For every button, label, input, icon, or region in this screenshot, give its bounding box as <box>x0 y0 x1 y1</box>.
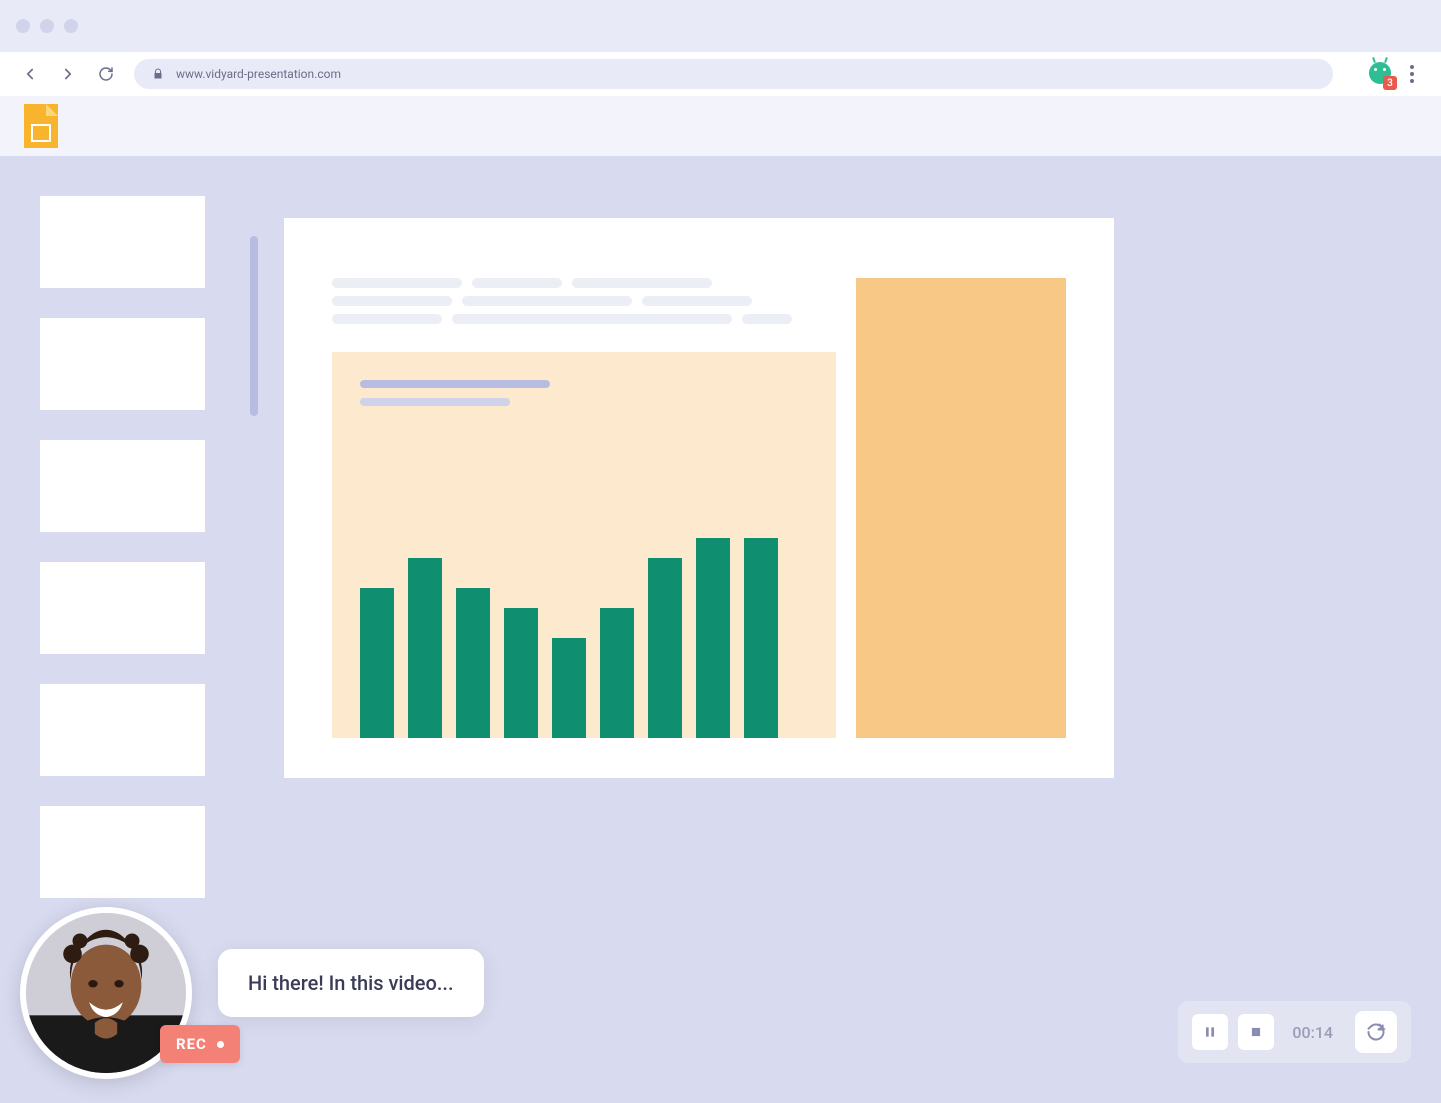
text-placeholder <box>452 314 732 324</box>
rec-dot-icon <box>217 1041 224 1048</box>
rec-label: REC <box>176 1035 207 1053</box>
chart-panel <box>332 352 836 738</box>
vidyard-extension-icon[interactable]: 3 <box>1369 62 1393 86</box>
scrollbar-handle[interactable] <box>250 236 258 416</box>
live-caption: Hi there! In this video... <box>218 949 484 1017</box>
slide-thumbnail[interactable] <box>40 684 205 776</box>
text-placeholder <box>332 296 452 306</box>
google-slides-icon[interactable] <box>24 104 58 148</box>
workspace <box>0 156 1441 1103</box>
back-button[interactable] <box>20 64 40 84</box>
traffic-light-zoom[interactable] <box>64 19 78 33</box>
text-placeholder <box>572 278 712 288</box>
chart-bar <box>360 588 394 738</box>
chart-bar <box>504 608 538 738</box>
stop-button[interactable] <box>1238 1014 1274 1050</box>
pause-button[interactable] <box>1192 1014 1228 1050</box>
chart-bar <box>552 638 586 738</box>
bar-chart <box>360 446 808 738</box>
slide-thumbnail[interactable] <box>40 440 205 532</box>
chart-bar <box>600 608 634 738</box>
recording-controls: 00:14 <box>1178 1001 1411 1063</box>
text-placeholder <box>462 296 632 306</box>
slide-canvas[interactable] <box>284 218 1114 778</box>
reload-button[interactable] <box>96 64 116 84</box>
caption-text: Hi there! In this video... <box>248 971 454 995</box>
text-placeholder <box>742 314 792 324</box>
text-placeholder <box>332 278 462 288</box>
extension-badge: 3 <box>1383 76 1397 90</box>
filmstrip-scrollbar[interactable] <box>250 236 258 636</box>
slide-thumbnail[interactable] <box>40 806 205 898</box>
browser-menu-button[interactable] <box>1403 65 1421 83</box>
chart-bar <box>744 538 778 738</box>
text-placeholder-block <box>332 278 836 324</box>
text-placeholder <box>642 296 752 306</box>
recording-indicator: REC <box>160 1025 240 1063</box>
slide-thumbnail[interactable] <box>40 196 205 288</box>
text-placeholder <box>472 278 562 288</box>
browser-toolbar: www.vidyard-presentation.com 3 <box>0 52 1441 96</box>
lock-icon <box>152 68 164 80</box>
chart-bar <box>696 538 730 738</box>
slide-thumbnail[interactable] <box>40 318 205 410</box>
slide-content-left <box>332 278 836 738</box>
traffic-light-minimize[interactable] <box>40 19 54 33</box>
chart-bar <box>456 588 490 738</box>
text-placeholder <box>332 314 442 324</box>
address-bar[interactable]: www.vidyard-presentation.com <box>134 59 1333 89</box>
forward-button[interactable] <box>58 64 78 84</box>
app-header <box>0 96 1441 156</box>
chart-bar <box>408 558 442 738</box>
window-titlebar <box>0 0 1441 52</box>
url-text: www.vidyard-presentation.com <box>176 67 341 81</box>
chart-bar <box>648 558 682 738</box>
recording-time: 00:14 <box>1284 1023 1341 1042</box>
restart-button[interactable] <box>1355 1011 1397 1053</box>
slide-thumbnail[interactable] <box>40 562 205 654</box>
slide-sidebar-block <box>856 278 1066 738</box>
chart-title-placeholders <box>360 380 808 406</box>
traffic-light-close[interactable] <box>16 19 30 33</box>
